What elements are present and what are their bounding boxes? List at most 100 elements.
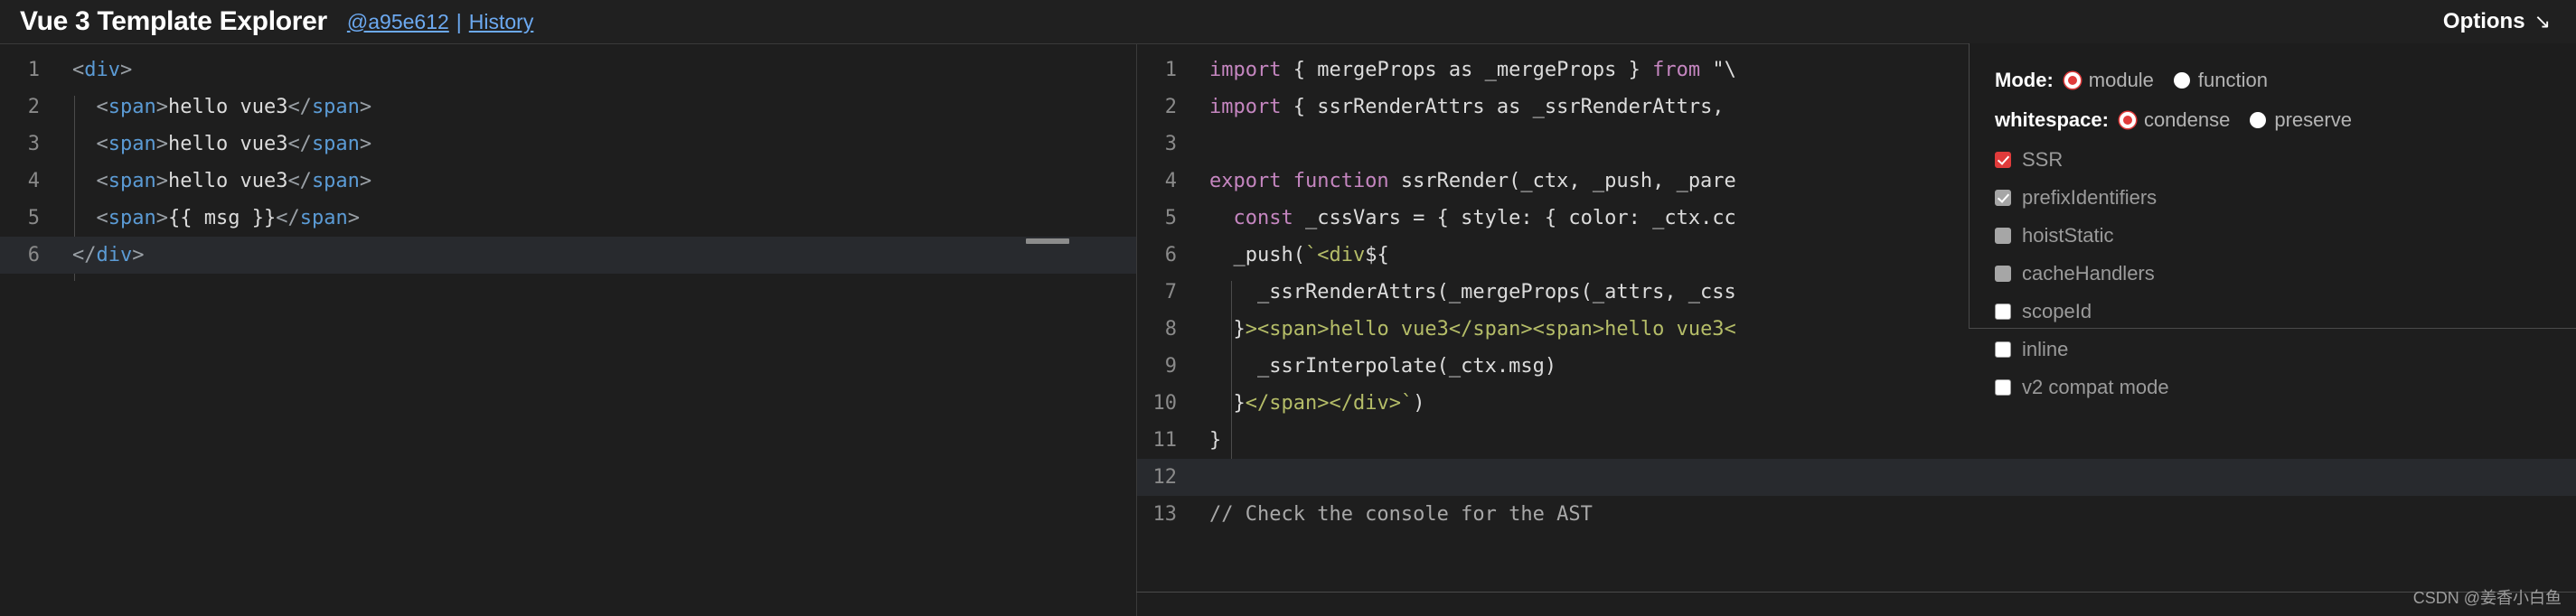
line-number: 9 bbox=[1164, 355, 1177, 378]
code-line[interactable]: 6 </div> bbox=[0, 237, 1136, 274]
code-line[interactable]: 1 <div> bbox=[0, 51, 1136, 89]
code-token: <div bbox=[1317, 244, 1366, 266]
template-code-lines[interactable]: 1 <div> 2 <span>hello vue3</span> 3 <span>h… bbox=[0, 44, 1136, 274]
radio-mode-module[interactable]: module bbox=[2064, 69, 2154, 92]
code-token: span bbox=[108, 170, 156, 192]
code-line[interactable]: 12 bbox=[1137, 459, 2576, 496]
code-token: </ bbox=[287, 170, 312, 192]
arrow-down-right-icon: ↘ bbox=[2534, 10, 2551, 33]
line-number: 3 bbox=[27, 133, 40, 155]
code-token: </span></div>` bbox=[1245, 392, 1414, 415]
radio-icon[interactable] bbox=[2119, 112, 2136, 128]
radio-label: module bbox=[2088, 69, 2154, 91]
code-token: < bbox=[96, 96, 108, 118]
line-number: 8 bbox=[1164, 318, 1177, 341]
template-source-editor[interactable]: 1 <div> 2 <span>hello vue3</span> 3 <span>h… bbox=[0, 43, 1136, 616]
code-token: span bbox=[311, 170, 360, 192]
checkbox-inline[interactable]: inline bbox=[1995, 336, 2576, 363]
line-number: 4 bbox=[27, 170, 40, 192]
line-number: 5 bbox=[1164, 207, 1177, 229]
code-line[interactable]: 5 <span>{{ msg }}</span> bbox=[0, 200, 1136, 237]
code-token: ) bbox=[1413, 392, 1425, 415]
whitespace-option-row: whitespace: condense preserve bbox=[1995, 107, 2576, 134]
code-token: span bbox=[108, 133, 156, 155]
commit-hash-link[interactable]: @a95e612 bbox=[347, 10, 449, 34]
code-line[interactable]: 13 // Check the console for the AST bbox=[1137, 496, 2576, 533]
checkbox-prefixidentifiers[interactable]: prefixIdentifiers bbox=[1995, 184, 2576, 211]
radio-icon[interactable] bbox=[2064, 72, 2081, 89]
code-token: </ bbox=[287, 96, 312, 118]
line-number: 7 bbox=[1164, 281, 1177, 303]
editor-scroll-indicator[interactable] bbox=[1026, 238, 1069, 244]
code-line[interactable]: 2 <span>hello vue3</span> bbox=[0, 89, 1136, 126]
header-links: @a95e612 | History bbox=[347, 10, 533, 34]
code-token: > bbox=[359, 170, 372, 192]
checkbox-label: prefixIdentifiers bbox=[2022, 186, 2158, 209]
code-line-text: <span>hello vue3</span> bbox=[60, 163, 1136, 200]
code-token: { ssrRenderAttrs as _ssrRenderAttrs, bbox=[1281, 96, 1725, 118]
radio-icon[interactable] bbox=[2173, 72, 2190, 89]
radio-mode-function[interactable]: function bbox=[2173, 69, 2268, 92]
template-explorer-app: Vue 3 Template Explorer @a95e612 | Histo… bbox=[0, 0, 2576, 616]
radio-whitespace-preserve[interactable]: preserve bbox=[2250, 108, 2352, 132]
radio-label: condense bbox=[2143, 108, 2231, 131]
code-token: "\ bbox=[1700, 59, 1736, 81]
code-token: _ssrRenderAttrs(_mergeProps(_attrs, _css bbox=[1209, 281, 1736, 303]
radio-label: preserve bbox=[2274, 108, 2352, 131]
compiler-flags-list: SSR prefixIdentifiers hoistStatic cacheHand… bbox=[1995, 146, 2576, 401]
code-token: } bbox=[1209, 318, 1246, 341]
checkbox-ssr[interactable]: SSR bbox=[1995, 146, 2576, 173]
code-token: } bbox=[1209, 429, 1222, 452]
code-token: > bbox=[132, 244, 145, 266]
checkbox-label: scopeId bbox=[2022, 300, 2092, 322]
radio-whitespace-condense[interactable]: condense bbox=[2119, 108, 2231, 132]
options-panel: Mode: module function whitespace: conden… bbox=[1969, 43, 2576, 398]
line-number: 3 bbox=[1164, 133, 1177, 155]
code-line[interactable]: 3 <span>hello vue3</span> bbox=[0, 126, 1136, 163]
code-token: ><span>hello vue3</span><span>hello vue3… bbox=[1245, 318, 1736, 341]
code-token: _ssrInterpolate(_ctx.msg) bbox=[1209, 355, 1557, 378]
history-link[interactable]: History bbox=[469, 10, 534, 34]
code-line[interactable]: 11} bbox=[1137, 422, 2576, 459]
checkbox-icon[interactable] bbox=[1995, 152, 2011, 168]
code-token: } bbox=[1209, 392, 1246, 415]
code-token: { mergeProps as _mergeProps } bbox=[1281, 59, 1653, 81]
link-separator: | bbox=[456, 9, 462, 33]
checkbox-icon[interactable] bbox=[1995, 303, 2011, 320]
code-line[interactable]: 4 <span>hello vue3</span> bbox=[0, 163, 1136, 200]
checkbox-icon[interactable] bbox=[1995, 341, 2011, 358]
checkbox-v2-compat-mode[interactable]: v2 compat mode bbox=[1995, 374, 2576, 401]
code-line-text: <span>hello vue3</span> bbox=[60, 126, 1136, 163]
checkbox-icon bbox=[1995, 228, 2011, 244]
line-number: 6 bbox=[27, 244, 40, 266]
code-line-text: } bbox=[1197, 422, 2576, 459]
code-line-text: <span>hello vue3</span> bbox=[60, 89, 1136, 126]
checkbox-scopeid[interactable]: scopeId bbox=[1995, 298, 2576, 325]
code-token: ssrRender(_ctx, _push, _pare bbox=[1388, 170, 1736, 192]
code-token: span bbox=[311, 96, 360, 118]
code-line-text: // Check the console for the AST bbox=[1197, 496, 2576, 533]
checkbox-icon[interactable] bbox=[1995, 379, 2011, 396]
code-line-text: <div> bbox=[60, 51, 1136, 89]
watermark-rule bbox=[1136, 592, 2576, 593]
line-number: 11 bbox=[1152, 429, 1178, 452]
code-token: > bbox=[359, 96, 372, 118]
radio-label: function bbox=[2197, 69, 2268, 91]
code-token: import bbox=[1209, 96, 1282, 118]
checkbox-label: hoistStatic bbox=[2022, 224, 2114, 247]
checkbox-cachehandlers[interactable]: cacheHandlers bbox=[1995, 260, 2576, 287]
line-number: 1 bbox=[27, 59, 40, 81]
code-token: </ bbox=[276, 207, 300, 229]
checkbox-icon bbox=[1995, 266, 2011, 282]
options-toggle-button[interactable]: Options ↘ bbox=[2443, 9, 2551, 34]
code-token: hello vue3 bbox=[167, 96, 288, 118]
code-token: // Check the console for the AST bbox=[1209, 503, 1593, 526]
checkbox-hoiststatic[interactable]: hoistStatic bbox=[1995, 222, 2576, 249]
radio-icon[interactable] bbox=[2250, 112, 2267, 128]
code-token: hello vue3 bbox=[167, 170, 288, 192]
options-toggle-label: Options bbox=[2442, 9, 2525, 33]
checkbox-label: inline bbox=[2022, 338, 2069, 360]
line-number: 5 bbox=[27, 207, 40, 229]
